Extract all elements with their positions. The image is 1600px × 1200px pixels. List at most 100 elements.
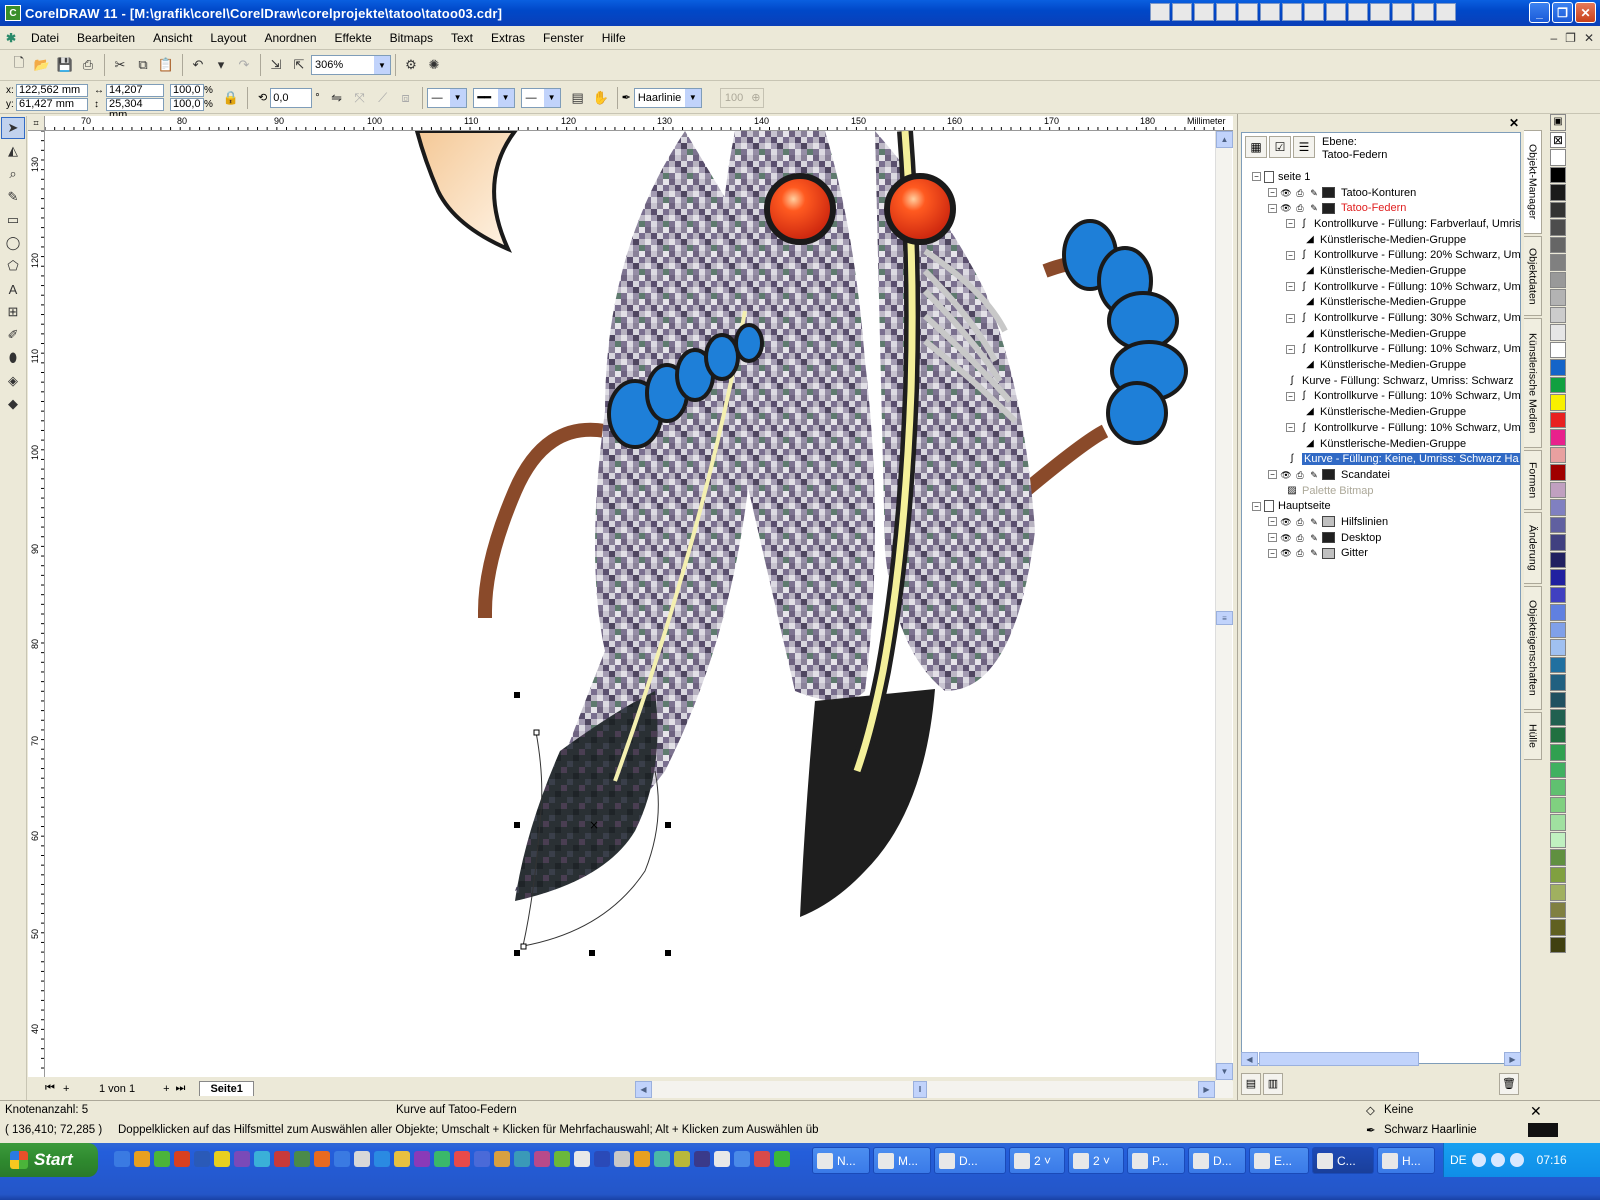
color-swatch[interactable]: [1550, 831, 1566, 848]
expand-toggle-icon[interactable]: −: [1286, 344, 1295, 354]
node-extend-icon[interactable]: ⧈: [395, 87, 417, 109]
outline-status[interactable]: Schwarz Haarlinie: [1384, 1124, 1477, 1136]
expand-toggle-icon[interactable]: −: [1268, 188, 1277, 198]
scale-y-field[interactable]: 100,0: [170, 98, 204, 111]
doc-minimize-icon[interactable]: –: [1550, 31, 1557, 45]
eyedropper-tool-icon[interactable]: ✐: [1, 324, 25, 346]
quick-launch-icon[interactable]: [154, 1151, 170, 1167]
line-style-select[interactable]: ━━ ▼: [472, 87, 515, 108]
color-swatch[interactable]: [1550, 691, 1566, 708]
start-arrow-select[interactable]: — ▼: [426, 87, 467, 108]
tree-item[interactable]: ◢ Künstlerische-Medien-Gruppe: [1242, 295, 1520, 311]
menu-datei[interactable]: Datei: [22, 31, 68, 45]
menu-extras[interactable]: Extras: [482, 31, 534, 45]
chevron-down-icon[interactable]: ▼: [497, 88, 514, 107]
color-swatch[interactable]: [1550, 394, 1566, 411]
tree-item[interactable]: − ∫ Kontrollkurve - Füllung: 10% Schwarz, …: [1242, 420, 1520, 436]
undo-dropdown-icon[interactable]: ▾: [210, 54, 232, 76]
color-swatch[interactable]: [1550, 219, 1566, 236]
quick-launch-icon[interactable]: [474, 1151, 490, 1167]
polygon-tool-icon[interactable]: ⬠: [1, 255, 25, 277]
tree-item[interactable]: ◢ Künstlerische-Medien-Gruppe: [1242, 357, 1520, 373]
color-swatch[interactable]: [1550, 289, 1566, 306]
scroll-thumb[interactable]: ≡: [1216, 611, 1233, 625]
quick-launch-icon[interactable]: [354, 1151, 370, 1167]
layer-color-swatch[interactable]: [1322, 187, 1335, 199]
office-shortcut-icon[interactable]: [1194, 3, 1214, 21]
quick-launch-icon[interactable]: [534, 1151, 550, 1167]
pencil-icon[interactable]: ✎: [1308, 517, 1320, 527]
quick-launch-icon[interactable]: [714, 1151, 730, 1167]
eye-icon[interactable]: 👁: [1280, 203, 1292, 213]
color-swatch[interactable]: [1550, 761, 1566, 778]
tree-item[interactable]: − ∫ Kontrollkurve - Füllung: 10% Schwarz, …: [1242, 389, 1520, 405]
expand-toggle-icon[interactable]: −: [1286, 219, 1295, 229]
y-position-field[interactable]: 61,427 mm: [16, 98, 88, 111]
quick-launch-icon[interactable]: [314, 1151, 330, 1167]
chevron-down-icon[interactable]: ▼: [374, 56, 390, 74]
pick-tool-icon[interactable]: ➤: [1, 117, 25, 139]
menu-bearbeiten[interactable]: Bearbeiten: [68, 31, 144, 45]
task-button[interactable]: M...: [873, 1147, 931, 1174]
cut-icon[interactable]: ✂: [109, 54, 131, 76]
interactive-fill-icon[interactable]: ◆: [1, 393, 25, 415]
tattoo-artwork[interactable]: ×: [45, 131, 1233, 1077]
selection-handle[interactable]: [514, 950, 520, 956]
moon-shape[interactable]: [414, 131, 518, 253]
tree-item[interactable]: ∫ Kurve - Füllung: Schwarz, Umriss: Schwa…: [1242, 373, 1520, 389]
interactive-tool-icon[interactable]: ⊞: [1, 301, 25, 323]
printer-icon[interactable]: ⎙: [1294, 203, 1306, 213]
menu-layout[interactable]: Layout: [201, 31, 255, 45]
color-swatch[interactable]: [1550, 586, 1566, 603]
menu-anordnen[interactable]: Anordnen: [255, 31, 325, 45]
color-swatch[interactable]: [1550, 201, 1566, 218]
quick-launch-icon[interactable]: [214, 1151, 230, 1167]
office-shortcut-icon[interactable]: [1370, 3, 1390, 21]
import-icon[interactable]: ⇲: [265, 54, 287, 76]
quick-launch-icon[interactable]: [374, 1151, 390, 1167]
scroll-right-icon[interactable]: ▶: [1198, 1081, 1215, 1098]
rotation-field[interactable]: 0,0: [270, 87, 313, 108]
tree-item[interactable]: − 👁 ⎙ ✎ Scandatei: [1242, 467, 1520, 483]
task-button[interactable]: E...: [1249, 1147, 1309, 1174]
tree-item[interactable]: − ∫ Kontrollkurve - Füllung: 10% Schwarz, …: [1242, 342, 1520, 358]
pencil-icon[interactable]: ✎: [1308, 188, 1320, 198]
wrap-text-icon[interactable]: ▤: [567, 87, 589, 109]
office-shortcut-icon[interactable]: [1414, 3, 1434, 21]
color-swatch[interactable]: [1550, 569, 1566, 586]
tab-formen[interactable]: Formen: [1524, 450, 1542, 510]
office-shortcut-icon[interactable]: [1172, 3, 1192, 21]
task-button[interactable]: D...: [1188, 1147, 1246, 1174]
office-shortcut-icon[interactable]: [1326, 3, 1346, 21]
tab-seite1[interactable]: Seite1: [199, 1081, 254, 1096]
lock-ratio-icon[interactable]: 🔒: [220, 87, 242, 109]
color-swatch[interactable]: [1550, 271, 1566, 288]
quick-launch-icon[interactable]: [434, 1151, 450, 1167]
vertical-ruler[interactable]: 130 120 110 100 90 80 70 60 50 40: [28, 131, 45, 1077]
quick-launch-icon[interactable]: [574, 1151, 590, 1167]
restore-button[interactable]: ❐: [1552, 2, 1573, 23]
scroll-right-icon[interactable]: ▶: [1504, 1052, 1521, 1066]
color-swatch[interactable]: [1550, 796, 1566, 813]
menu-fenster[interactable]: Fenster: [534, 31, 593, 45]
tree-item[interactable]: − Hauptseite: [1242, 498, 1520, 514]
color-swatch[interactable]: [1550, 779, 1566, 796]
quick-launch-icon[interactable]: [194, 1151, 210, 1167]
color-swatch[interactable]: [1550, 341, 1566, 358]
curve-node[interactable]: [533, 729, 540, 736]
color-swatch[interactable]: [1550, 429, 1566, 446]
expand-toggle-icon[interactable]: −: [1252, 172, 1261, 182]
node-join-icon[interactable]: ⤧: [349, 87, 371, 109]
doc-restore-icon[interactable]: ❐: [1565, 31, 1576, 45]
mirror-icon[interactable]: ⇋: [326, 87, 348, 109]
office-shortcut-icon[interactable]: [1260, 3, 1280, 21]
task-button-coreldraw[interactable]: C...: [1312, 1147, 1374, 1174]
printer-icon[interactable]: ⎙: [1294, 548, 1306, 558]
color-swatch[interactable]: [1550, 884, 1566, 901]
selection-handle[interactable]: [514, 822, 520, 828]
tab-aenderung[interactable]: Änderung: [1524, 512, 1542, 584]
quick-launch-icon[interactable]: [414, 1151, 430, 1167]
show-properties-icon[interactable]: ▦: [1245, 136, 1267, 158]
color-swatch[interactable]: [1550, 814, 1566, 831]
delete-icon[interactable]: 🗑: [1499, 1073, 1519, 1095]
